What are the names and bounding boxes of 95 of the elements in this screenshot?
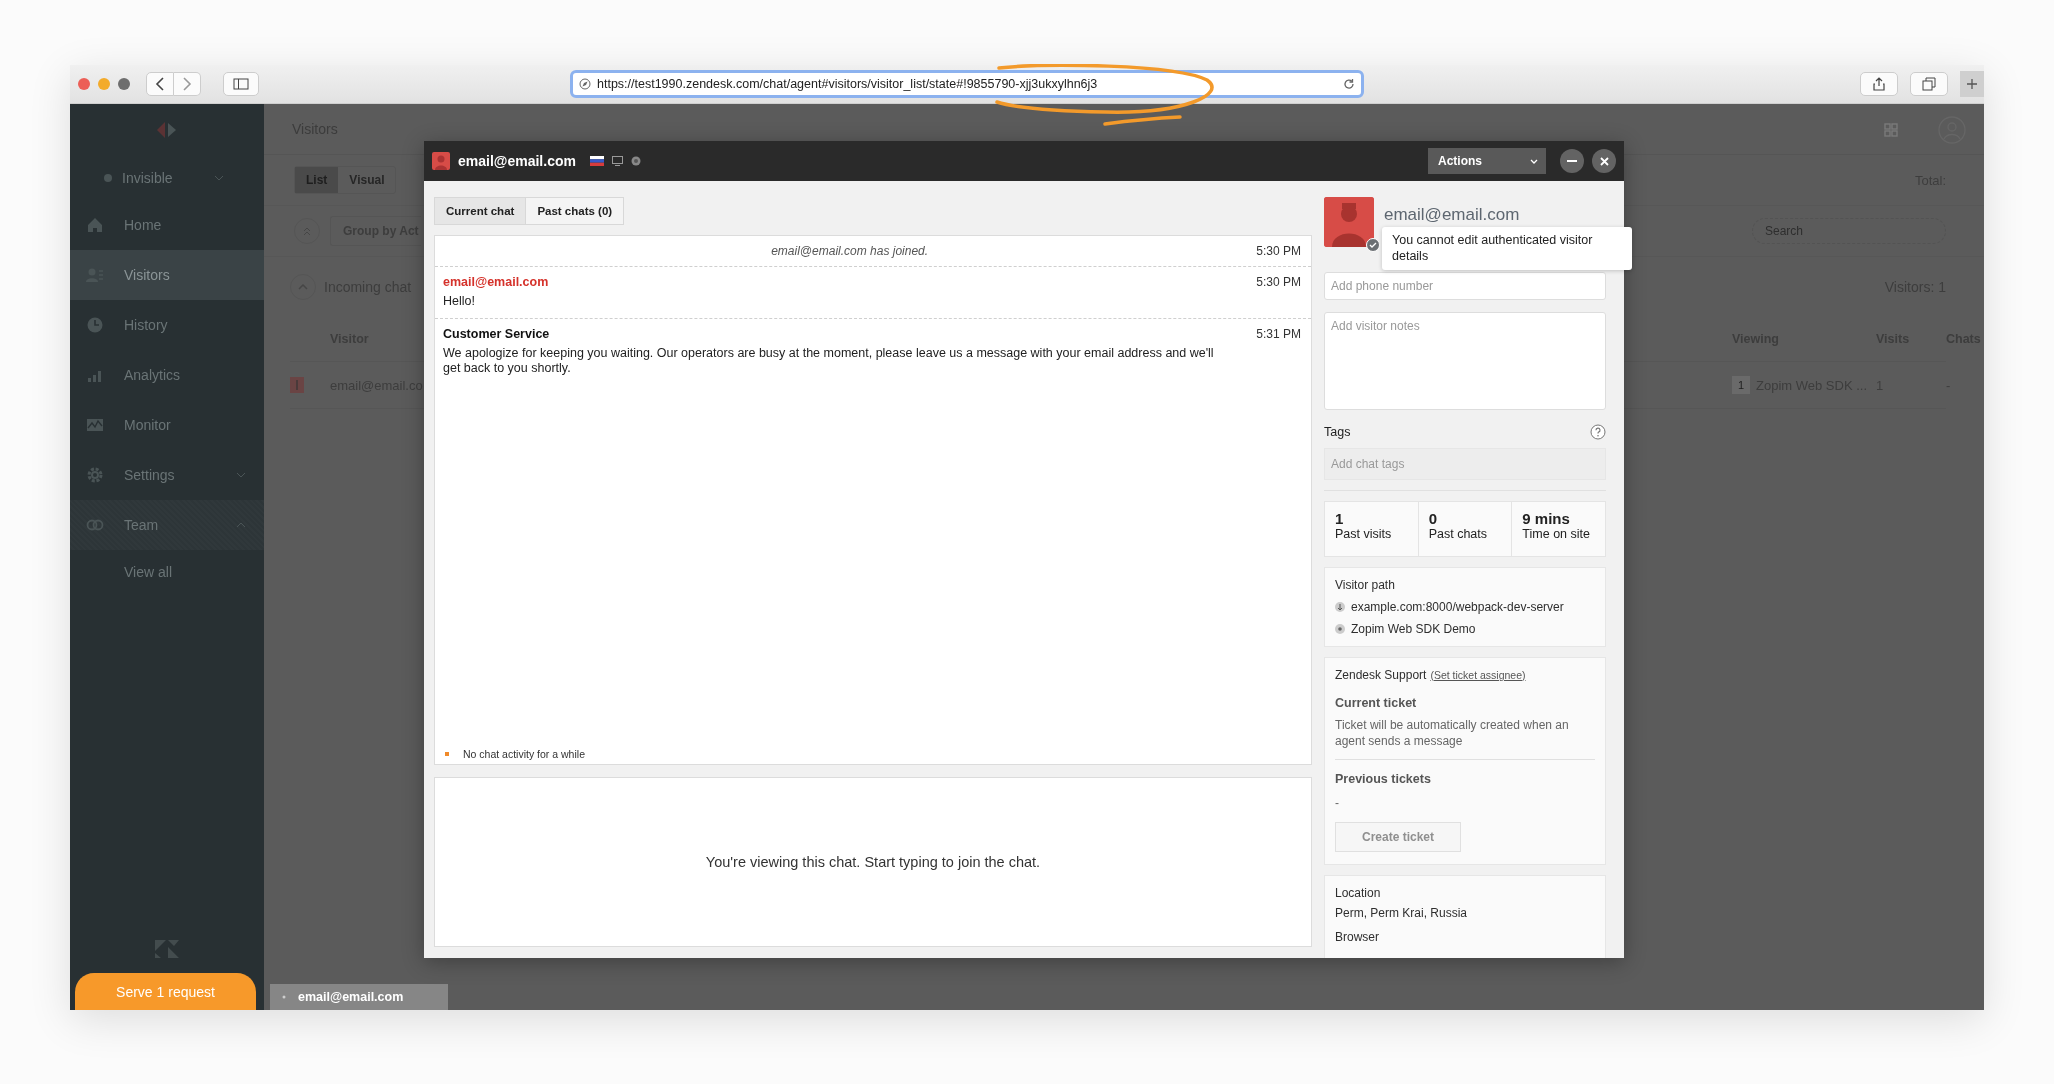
chevron-icon — [236, 522, 246, 528]
stat-value: 9 mins — [1522, 510, 1571, 527]
caret-icon — [1530, 158, 1538, 164]
chevron-left-icon — [155, 77, 165, 91]
stat-label: Time on site — [1522, 527, 1590, 541]
chevron-icon — [214, 175, 224, 181]
page-count-badge: 1 — [1732, 376, 1750, 394]
address-bar[interactable]: https://test1990.zendesk.com/chat/agent#visitors/visitor_list/state#!9855790-xjj3ukxylhn6j3 — [570, 70, 1364, 98]
nav-item[interactable]: History — [70, 300, 264, 350]
status-selector[interactable]: Invisible — [70, 156, 264, 200]
nav-group[interactable]: Settings — [70, 450, 264, 500]
sidebar-toggle-button[interactable] — [223, 72, 259, 96]
nav-group[interactable]: Team — [70, 500, 264, 550]
tabs-icon — [1922, 77, 1936, 91]
system-message: email@email.com has joined. — [770, 244, 930, 258]
section-heading: Previous tickets — [1335, 772, 1432, 787]
gear-icon — [86, 466, 104, 484]
stat-label: Past chats — [1428, 527, 1488, 541]
nav-item[interactable]: Analytics — [70, 350, 264, 400]
close-icon — [1599, 156, 1609, 166]
serve-request-button[interactable]: Serve 1 request — [75, 973, 256, 1010]
section-heading: Current ticket — [1335, 696, 1418, 710]
home-icon — [86, 216, 104, 234]
stat-value: 0 — [1428, 510, 1438, 527]
message-text: Hello! — [443, 294, 476, 310]
zendesk-logo-icon — [154, 939, 180, 959]
card-title: Zendesk Support — [1335, 668, 1427, 682]
minus-icon — [1567, 160, 1577, 162]
share-icon — [1873, 77, 1885, 91]
compass-icon — [579, 78, 591, 90]
desktop-icon — [611, 156, 623, 166]
help-icon[interactable] — [1590, 424, 1606, 440]
circle-icon — [630, 156, 641, 166]
reload-icon[interactable] — [1343, 78, 1355, 90]
tags-label: Tags — [1324, 425, 1351, 439]
dot-icon — [282, 995, 286, 999]
chat-tab-button[interactable]: Past chats (0) — [526, 197, 625, 225]
tabs-button[interactable] — [1910, 72, 1948, 96]
dot-icon — [1335, 624, 1345, 634]
stat-value: 1 — [1335, 510, 1345, 527]
close-window-button[interactable] — [78, 78, 90, 90]
activity-icon — [445, 752, 449, 756]
sidebar-icon — [233, 78, 249, 90]
path-page: example.com:8000/webpack-dev-server — [1351, 600, 1564, 614]
chat-window-title: email@email.com — [458, 153, 576, 169]
nav-item[interactable]: Monitor — [70, 400, 264, 450]
clock-icon — [86, 316, 104, 334]
activity-notice: No chat activity for a while — [463, 748, 585, 760]
message-time: 5:31 PM — [1256, 326, 1301, 343]
sender-name: Customer Service — [443, 326, 551, 341]
apps-grid-icon[interactable] — [1884, 123, 1898, 137]
stat-label: Past visits — [1335, 527, 1392, 541]
sender-name: email@email.com — [443, 275, 550, 289]
share-button[interactable] — [1860, 72, 1898, 96]
card-title: Browser — [1335, 929, 1380, 944]
card-title: Visitor path — [1335, 578, 1396, 592]
back-button[interactable] — [146, 72, 174, 96]
chevron-icon — [236, 472, 246, 478]
minimize-button[interactable] — [1560, 149, 1584, 173]
minimize-window-button[interactable] — [98, 78, 110, 90]
card-title: Location — [1335, 885, 1382, 900]
close-button[interactable] — [1592, 149, 1616, 173]
flag-icon — [589, 156, 604, 166]
message-time: 5:30 PM — [1256, 244, 1301, 258]
message-time: 5:30 PM — [1256, 275, 1301, 291]
visitor-name: email@email.com — [1384, 205, 1520, 225]
nav-item[interactable]: Visitors — [70, 250, 264, 300]
plus-icon — [1966, 78, 1978, 90]
tooltip: You cannot edit authenticated visitor details — [1382, 227, 1632, 271]
ticket-info: Ticket will be automatically created when an agent sends a message — [1335, 718, 1570, 750]
chat-tab[interactable]: email@email.com — [270, 984, 448, 1010]
previous-tickets-value: - — [1335, 796, 1340, 812]
forward-button[interactable] — [174, 72, 201, 96]
path-page: Zopim Web SDK Demo — [1351, 622, 1476, 636]
status-dot — [104, 174, 112, 182]
message-text: We apologize for keeping you waiting. Our operators are busy at the moment, please leave us a message with your email address and we'll get back to you shortly. — [443, 345, 1215, 377]
visitor-avatar — [1324, 197, 1374, 247]
notes-field[interactable]: Add visitor notes — [1324, 312, 1606, 410]
actions-dropdown[interactable]: Actions — [1428, 148, 1546, 174]
visitor-status-icon — [290, 377, 304, 393]
maximize-window-button[interactable] — [118, 78, 130, 90]
down-arrow-icon — [1335, 602, 1345, 612]
tags-field[interactable]: Add chat tags — [1324, 448, 1606, 480]
chart-monitor-icon — [86, 416, 104, 434]
chat-tab-button[interactable]: Current chat — [434, 197, 527, 225]
new-tab-button[interactable] — [1960, 71, 1984, 97]
chevron-right-icon — [182, 77, 192, 91]
phone-field[interactable]: Add phone number — [1324, 272, 1606, 300]
set-assignee-link[interactable]: (Set ticket assignee) — [1430, 669, 1526, 681]
location-value: Perm, Perm Krai, Russia — [1335, 905, 1469, 920]
visitor-avatar-icon — [432, 152, 450, 170]
message-composer[interactable]: You're viewing this chat. Start typing to join the chat. — [434, 777, 1312, 947]
nav-item[interactable]: Home — [70, 200, 264, 250]
nav-subitem[interactable]: View all — [70, 550, 264, 594]
chats-cell: - — [1946, 377, 1951, 393]
